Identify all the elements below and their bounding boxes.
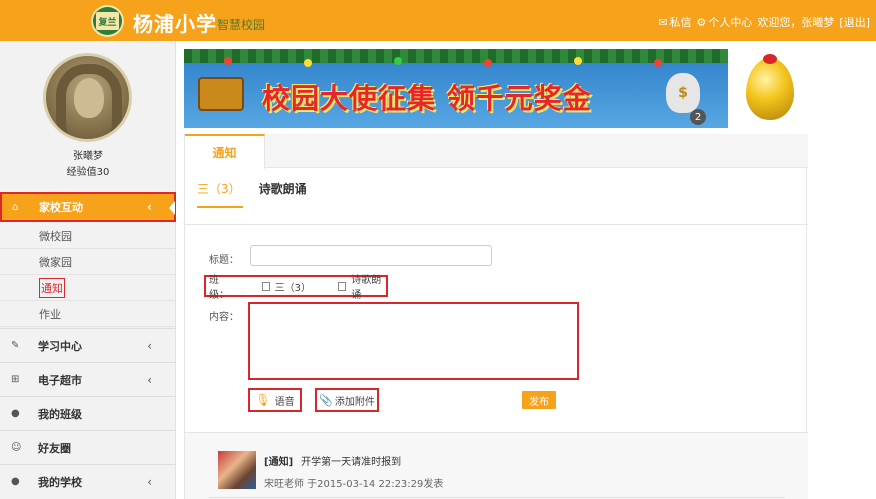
checkbox[interactable] [338, 281, 347, 291]
envelope-icon: ✉ [658, 15, 668, 29]
class-option-label: 诗歌朗诵 [351, 275, 382, 301]
sub-label: 作业 [39, 307, 61, 321]
class-tabs: 三（3） 诗歌朗诵 [197, 180, 323, 208]
ornament [484, 59, 492, 67]
class-selector: 班级： 三（3） 诗歌朗诵 [204, 275, 388, 301]
edit-icon: ✎ [11, 340, 20, 351]
title-input[interactable] [250, 245, 492, 266]
sidebar-sub-notice[interactable]: 通知 [0, 275, 176, 301]
messages-label: 私信 [669, 16, 692, 29]
ornament [304, 59, 312, 67]
sidebar-item-learning[interactable]: ✎ 学习中心 ‹ [0, 328, 176, 362]
class-option-label: 三（3） [274, 282, 311, 294]
avatar[interactable] [43, 53, 132, 142]
user-name: 张曦梦 [73, 151, 103, 162]
egg-bow [763, 54, 777, 64]
class-option-poetry[interactable]: 诗歌朗诵 [338, 271, 386, 301]
class-option-3-3[interactable]: 三（3） [261, 279, 311, 294]
sidebar-item-home-school[interactable]: ⌂ 家校互动 ‹ [0, 192, 176, 222]
user-exp: 经验值30 [66, 167, 110, 178]
chevron-left-icon: ‹ [147, 474, 152, 489]
welcome-text: 欢迎您，张曦梦 [757, 16, 835, 29]
gear-icon: ⚙ [696, 15, 707, 29]
top-nav: ✉ 私信 ⚙ 个人中心 欢迎您，张曦梦 [退出] [653, 14, 870, 30]
content-textarea[interactable] [248, 302, 579, 380]
notice-feed: [通知] 开学第一天请准时报到 宋旺老师 于2015-03-14 22:23:29… [185, 433, 808, 499]
sidebar-item-label: 电子超市 [38, 373, 82, 387]
user-center-label: 个人中心 [708, 16, 753, 29]
ornament [654, 59, 662, 67]
voice-button[interactable]: 🎙 语音 [248, 388, 302, 412]
post-avatar[interactable] [218, 451, 256, 489]
promo-banner[interactable]: 校园大使征集 领千元奖金 $ 2 [184, 49, 728, 128]
checkbox[interactable] [261, 281, 270, 291]
notice-panel: 通知 三（3） 诗歌朗诵 标题： 班级： 三（3） 诗歌朗诵 内容： 🎙 语音 … [184, 134, 808, 499]
school-logo[interactable]: 复兰 [91, 5, 124, 37]
publish-button[interactable]: 发布 [522, 391, 556, 409]
post-meta: 宋旺老师 于2015-03-14 22:23:29发表 [264, 479, 444, 490]
post-tag: [通知] [264, 457, 294, 468]
logout-link[interactable]: [退出] [839, 14, 870, 30]
chevron-left-icon: ‹ [147, 200, 152, 214]
attach-button-label: 添加附件 [334, 396, 375, 408]
school-name[interactable]: 杨浦小学 [133, 8, 217, 37]
user-icon: ● [11, 408, 20, 419]
sidebar-item-label: 我的学校 [38, 475, 82, 489]
top-header: 复兰 杨浦小学 智慧校园 ✉ 私信 ⚙ 个人中心 欢迎您，张曦梦 [退出] [0, 0, 876, 41]
sidebar-item-label: 学习中心 [38, 339, 82, 353]
school-subtitle: 智慧校园 [217, 18, 266, 32]
banner-badge: 2 [690, 109, 706, 125]
tab-notice[interactable]: 通知 [185, 134, 265, 169]
active-notch [169, 201, 175, 215]
sidebar-item-label: 好友圈 [38, 441, 71, 455]
banner-text: 校园大使征集 领千元奖金 [262, 82, 592, 115]
messages-link[interactable]: ✉ 私信 [658, 14, 691, 30]
sidebar-item-shop[interactable]: ⊞ 电子超市 ‹ [0, 362, 176, 396]
divider [209, 497, 785, 498]
sidebar-sub-homework[interactable]: 作业 [0, 301, 176, 327]
sidebar-item-label: 家校互动 [39, 201, 83, 214]
chevron-left-icon: ‹ [147, 372, 152, 387]
sidebar-item-my-school[interactable]: ● 我的学校 ‹ [0, 464, 176, 498]
attach-button[interactable]: 📎 添加附件 [315, 388, 379, 412]
money-bag-icon: $ [666, 73, 700, 113]
divider [185, 224, 808, 225]
treasure-chest-icon [198, 77, 244, 111]
title-label: 标题： [209, 255, 239, 266]
sidebar-sub-micro-campus[interactable]: 微校园 [0, 223, 176, 249]
post-title[interactable]: [通知] 开学第一天请准时报到 [264, 453, 401, 468]
sub-label: 微校园 [39, 229, 72, 243]
garland-decoration [184, 49, 728, 63]
cart-icon: ⊞ [11, 374, 20, 385]
users-icon: ● [11, 476, 20, 487]
microphone-icon: 🎙 [255, 393, 271, 407]
smile-icon: ☺ [11, 442, 22, 453]
ornament [574, 57, 582, 65]
class-label: 班级： [209, 275, 229, 301]
sidebar-item-friends[interactable]: ☺ 好友圈 [0, 430, 176, 464]
ornament [394, 57, 402, 65]
chevron-left-icon: ‹ [147, 338, 152, 353]
voice-button-label: 语音 [274, 396, 295, 408]
home-icon: ⌂ [12, 201, 19, 213]
sub-label: 微家园 [39, 255, 72, 269]
tab-bar: 通知 [185, 134, 808, 169]
post-title-text: 开学第一天请准时报到 [301, 457, 402, 468]
sub-label-notice: 通知 [39, 277, 65, 298]
class-tab-poetry[interactable]: 诗歌朗诵 [259, 180, 307, 208]
class-tab-3-3[interactable]: 三（3） [197, 180, 243, 208]
school-logo-text: 复兰 [96, 12, 119, 30]
user-center-link[interactable]: ⚙ 个人中心 [697, 14, 753, 30]
avatar-face [74, 78, 104, 118]
paperclip-icon: 📎 [319, 393, 333, 407]
sidebar-item-label: 我的班级 [38, 407, 82, 421]
sidebar-item-my-class[interactable]: ● 我的班级 [0, 396, 176, 430]
content-label: 内容： [209, 312, 239, 323]
sidebar-sub-micro-home[interactable]: 微家园 [0, 249, 176, 275]
golden-egg-icon[interactable] [746, 54, 794, 120]
ornament [224, 57, 232, 65]
sidebar: 张曦梦 经验值30 ⌂ 家校互动 ‹ 微校园 微家园 通知 作业 ✎ 学习中心 … [0, 41, 176, 499]
